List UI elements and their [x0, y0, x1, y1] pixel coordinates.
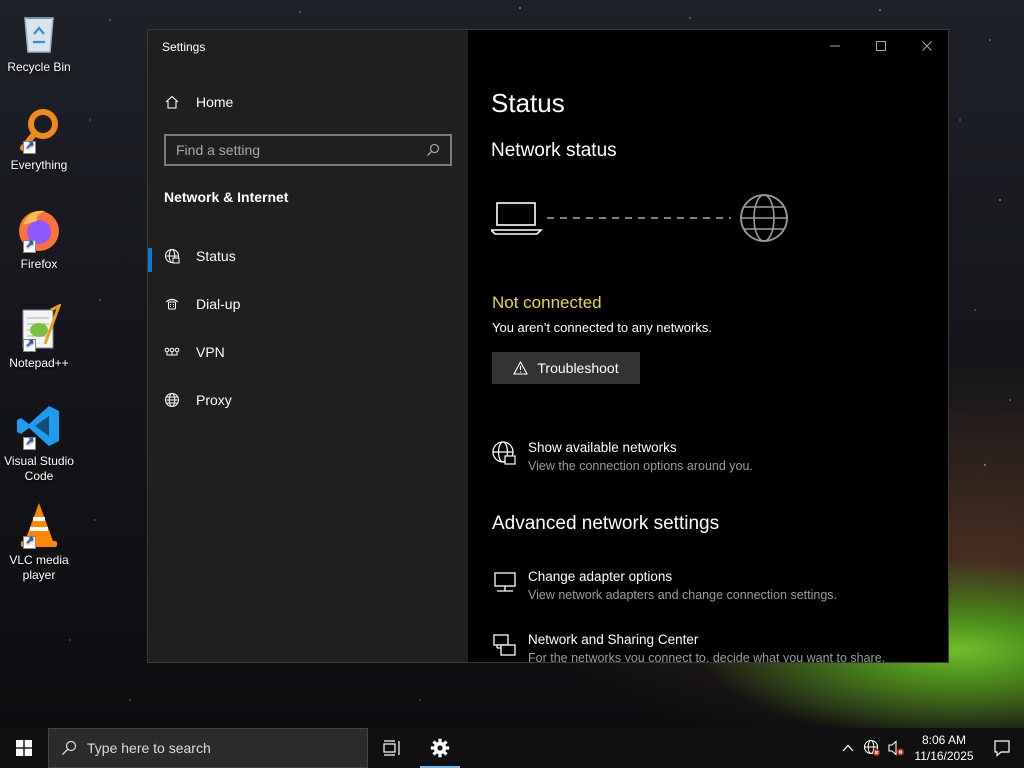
close-icon	[922, 41, 932, 51]
taskbar: Type here to search 8:06 AM 11/16/2025	[0, 728, 1024, 768]
desktop-icon-label: Firefox	[20, 257, 58, 271]
shortcut-arrow-icon	[23, 534, 36, 549]
volume-muted-icon	[888, 740, 904, 756]
minimize-icon	[830, 45, 840, 47]
network-diagram	[491, 194, 788, 242]
link-title: Network and Sharing Center	[528, 632, 699, 647]
maximize-button[interactable]	[858, 30, 904, 62]
desktop-icon-vlc[interactable]: VLC media player	[2, 501, 76, 583]
show-hidden-icons-button[interactable]	[836, 728, 860, 768]
close-button[interactable]	[904, 30, 948, 62]
troubleshoot-label: Troubleshoot	[537, 360, 619, 376]
link-description: View the connection options around you.	[528, 459, 753, 473]
task-view-button[interactable]	[368, 728, 416, 768]
change-adapter-options-link[interactable]: Change adapter options View network adap…	[492, 568, 837, 604]
nav-item-label: Proxy	[196, 392, 232, 408]
network-disconnected-icon	[863, 739, 880, 756]
dial-up-icon	[165, 298, 179, 310]
search-placeholder: Find a setting	[176, 142, 261, 158]
troubleshoot-button[interactable]: Troubleshoot	[492, 352, 640, 384]
desktop-icon-notepad-plus-plus[interactable]: Notepad++	[2, 302, 76, 371]
window-caption-buttons	[812, 30, 948, 62]
nav-home-label: Home	[196, 94, 234, 110]
nav-section-title: Network & Internet	[164, 189, 289, 205]
link-title: Show available networks	[528, 440, 677, 455]
warning-icon	[513, 361, 529, 375]
desktop-icon-recycle-bin[interactable]: Recycle Bin	[2, 8, 76, 75]
shortcut-arrow-icon	[23, 337, 36, 352]
windows-logo-icon	[16, 740, 32, 756]
connection-description: You aren’t connected to any networks.	[492, 320, 712, 335]
laptop-icon	[491, 202, 543, 235]
maximize-icon	[876, 41, 886, 51]
system-tray: 8:06 AM 11/16/2025	[836, 728, 1024, 768]
taskbar-search-placeholder: Type here to search	[87, 740, 211, 756]
globe-icon	[165, 393, 179, 407]
gear-icon	[430, 738, 450, 758]
desktop-icon-label: Recycle Bin	[7, 60, 71, 74]
nav-item-proxy[interactable]: Proxy	[148, 380, 468, 420]
minimize-button[interactable]	[812, 30, 858, 62]
desktop-icon-firefox[interactable]: Firefox	[2, 205, 76, 272]
network-adapter-icon	[494, 572, 516, 592]
desktop-icon-label: Everything	[10, 158, 68, 172]
taskbar-search-box[interactable]: Type here to search	[48, 728, 368, 768]
nav-home[interactable]: Home	[164, 94, 233, 110]
page-title: Status	[491, 88, 565, 118]
shortcut-arrow-icon	[23, 238, 36, 253]
internet-globe-icon	[740, 194, 788, 242]
recycle-bin-icon	[24, 17, 54, 53]
volume-tray-button[interactable]	[884, 728, 908, 768]
link-title: Change adapter options	[528, 569, 673, 584]
shortcut-arrow-icon	[23, 435, 36, 450]
taskbar-clock[interactable]: 8:06 AM 11/16/2025	[908, 732, 980, 764]
settings-content-pane: Status Network status Not connected You …	[468, 30, 948, 663]
vpn-icon	[164, 347, 180, 356]
nav-item-vpn[interactable]: VPN	[148, 332, 468, 372]
action-center-button[interactable]	[980, 728, 1024, 768]
desktop-icon-vscode[interactable]: Visual Studio Code	[2, 402, 76, 484]
settings-nav-pane: Settings Home Find a setting Network & I…	[148, 30, 468, 662]
shortcut-arrow-icon	[23, 139, 36, 154]
nav-item-dial-up[interactable]: Dial-up	[148, 284, 468, 324]
search-icon	[427, 143, 440, 156]
nav-item-label: VPN	[196, 344, 225, 360]
desktop-icon-label: VLC media player	[9, 553, 69, 582]
show-available-networks-link[interactable]: Show available networks View the connect…	[492, 439, 753, 475]
home-icon	[165, 95, 179, 109]
desktop-icon-label: Visual Studio Code	[4, 454, 74, 483]
nav-item-label: Status	[196, 248, 236, 264]
notification-icon	[994, 740, 1010, 757]
network-sharing-center-link[interactable]: Network and Sharing Center For the netwo…	[492, 631, 886, 663]
network-tray-button[interactable]	[860, 728, 884, 768]
nav-item-status[interactable]: Status	[148, 236, 468, 276]
chevron-up-icon	[842, 744, 854, 752]
link-description: For the networks you connect to, decide …	[528, 651, 886, 663]
window-title: Settings	[162, 40, 206, 54]
sharing-center-icon	[493, 634, 516, 656]
nav-item-label: Dial-up	[196, 296, 241, 312]
network-status-heading: Network status	[491, 140, 617, 161]
network-status-icon	[165, 249, 180, 264]
connection-state: Not connected	[492, 293, 602, 312]
start-button[interactable]	[0, 728, 48, 768]
find-setting-input[interactable]: Find a setting	[164, 134, 452, 166]
desktop-icon-label: Notepad++	[9, 356, 69, 370]
settings-window: Settings Home Find a setting Network & I…	[147, 29, 949, 663]
clock-date: 11/16/2025	[914, 749, 974, 763]
taskbar-settings-app[interactable]	[416, 728, 464, 768]
desktop-icon-everything[interactable]: Everything	[2, 106, 76, 173]
search-icon	[62, 740, 77, 755]
clock-time: 8:06 AM	[921, 733, 967, 747]
advanced-settings-heading: Advanced network settings	[492, 513, 720, 534]
network-globe-icon	[492, 441, 516, 465]
link-description: View network adapters and change connect…	[528, 588, 837, 602]
task-view-icon	[383, 740, 400, 756]
